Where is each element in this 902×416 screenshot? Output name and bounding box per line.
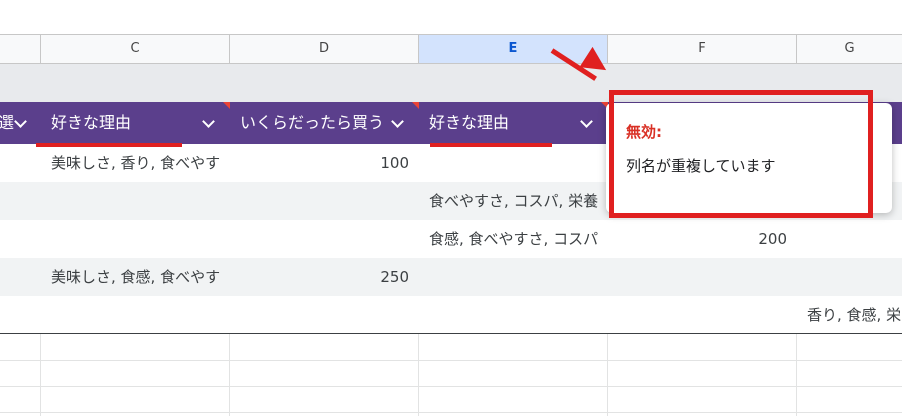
dropdown-chevron-icon[interactable] xyxy=(580,115,593,128)
grid-line xyxy=(0,412,902,413)
note-triangle-icon xyxy=(412,102,419,109)
grid-line xyxy=(229,334,230,416)
table-bottom-border xyxy=(0,333,902,334)
cell-f3[interactable]: 200 xyxy=(618,220,787,258)
dropdown-chevron-icon[interactable] xyxy=(391,115,404,128)
cell-e3[interactable]: 食感, 食べやすさ, コスパ xyxy=(429,220,607,258)
table-header-cell-e[interactable]: 好きな理由 xyxy=(419,102,608,144)
column-header-row: C D E F G xyxy=(0,34,902,64)
cell-c1[interactable]: 美味しさ, 香り, 食べやす xyxy=(51,144,229,182)
column-header-c[interactable]: C xyxy=(41,35,230,63)
column-header-f[interactable]: F xyxy=(608,35,797,63)
column-header-e[interactable]: E xyxy=(419,35,608,63)
annotation-highlight-box xyxy=(609,90,873,218)
column-header-d[interactable]: D xyxy=(230,35,419,63)
column-header-g[interactable]: G xyxy=(797,35,902,63)
header-label-price: いくらだったら買う xyxy=(240,113,385,132)
note-triangle-icon xyxy=(223,102,230,109)
cell-e2[interactable]: 食べやすさ, コスパ, 栄養 xyxy=(429,182,607,220)
header-label-reason-1: 好きな理由 xyxy=(51,113,132,132)
grid-line xyxy=(0,360,902,361)
dropdown-chevron-icon[interactable] xyxy=(14,115,27,128)
grid-line xyxy=(418,334,419,416)
dropdown-chevron-icon[interactable] xyxy=(202,115,215,128)
table-header-cell-c[interactable]: 好きな理由 xyxy=(41,102,230,144)
grid-line xyxy=(607,334,608,416)
column-header-b[interactable] xyxy=(0,35,41,63)
cell-g5[interactable]: 香り, 食感, 栄 xyxy=(807,296,902,334)
grid-line xyxy=(40,334,41,416)
cell-c4[interactable]: 美味しさ, 食感, 食べやす xyxy=(51,258,229,296)
header-label-partial: 選 xyxy=(0,113,15,132)
cell-d4[interactable]: 250 xyxy=(240,258,409,296)
cell-d1[interactable]: 100 xyxy=(240,144,409,182)
header-label-reason-2: 好きな理由 xyxy=(429,113,510,132)
table-header-cell-d[interactable]: いくらだったら買う xyxy=(230,102,419,144)
grid-line xyxy=(0,386,902,387)
table-row xyxy=(0,296,902,334)
table-header-cell-b[interactable]: 選 xyxy=(0,102,41,144)
grid-line xyxy=(796,334,797,416)
